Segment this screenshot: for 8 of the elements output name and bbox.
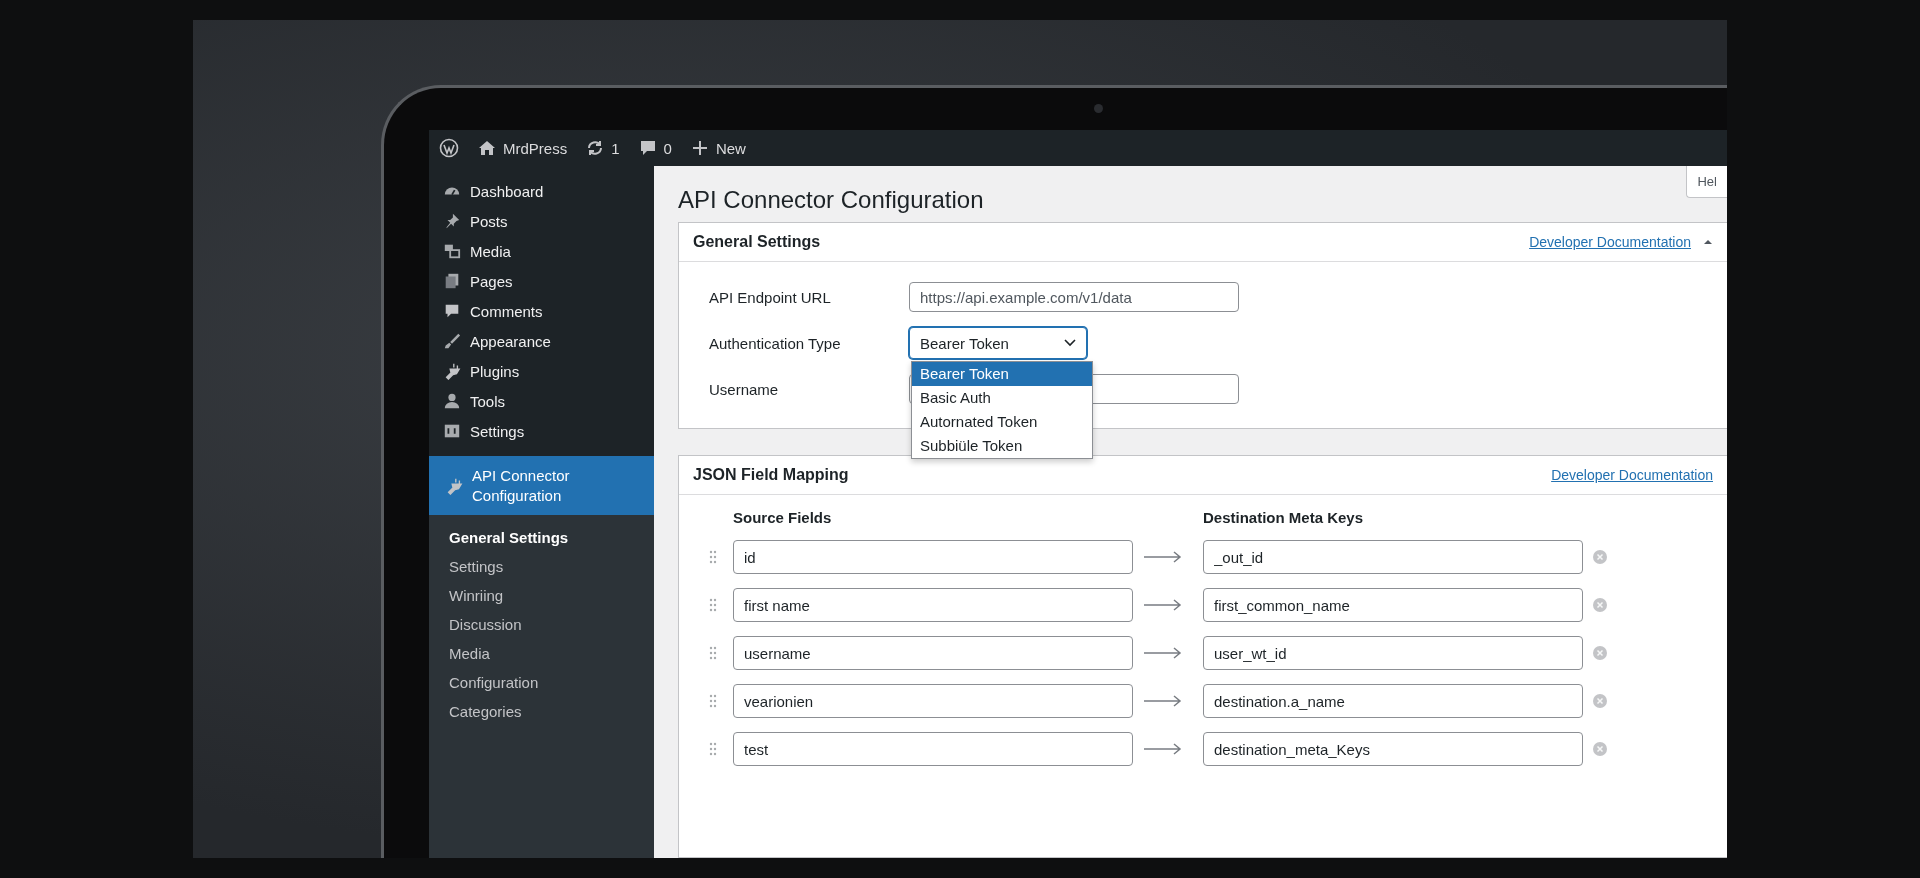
field-label: Username	[709, 380, 780, 398]
page-title: API Connector Configuration	[678, 186, 984, 214]
field-label: API Endpoint URL	[709, 288, 832, 306]
field-label: Authentication Type	[709, 334, 842, 352]
column-heading: Destination Meta Keys	[1203, 508, 1365, 526]
column-heading: Source Fields	[733, 508, 833, 526]
section-title: General Settings	[693, 233, 822, 251]
section-title: JSON Field Mapping	[693, 466, 850, 484]
